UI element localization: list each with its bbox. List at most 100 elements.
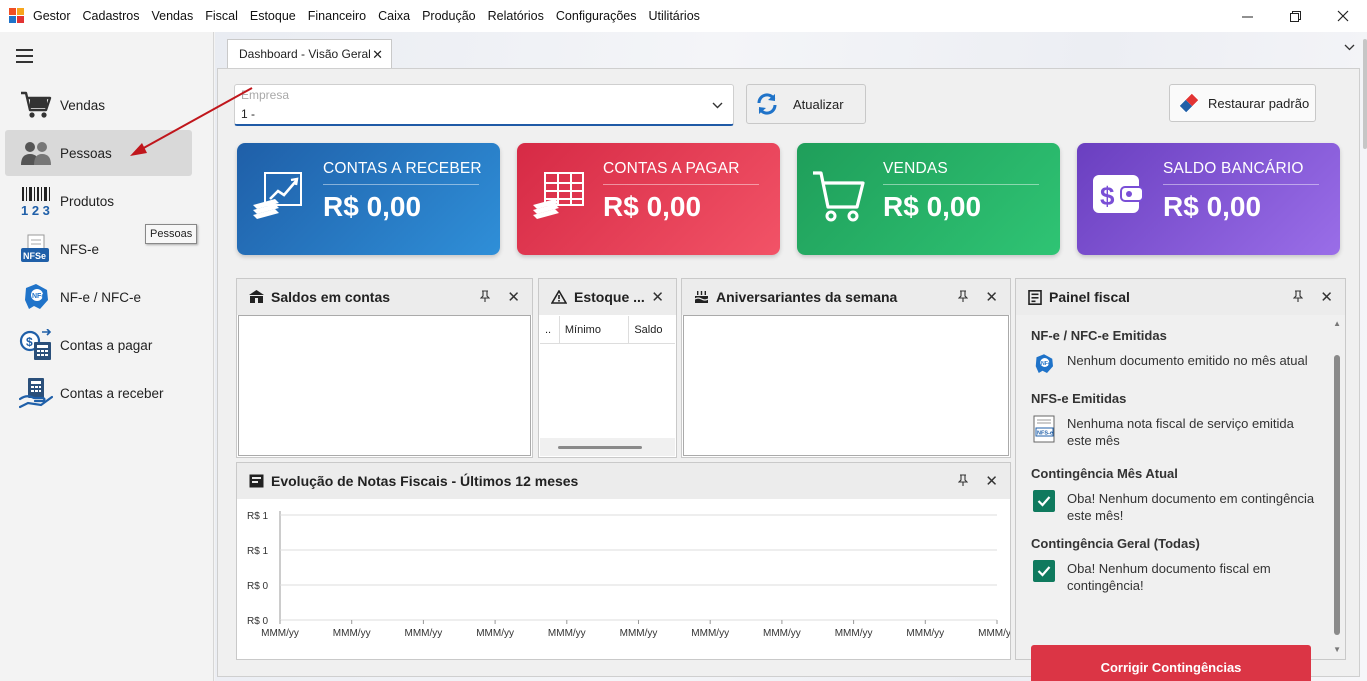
panel-aniversariantes: Aniversariantes da semana ✕ <box>681 278 1011 458</box>
panel-title: Aniversariantes da semana <box>716 289 898 305</box>
y-tick-label: R$ 0 <box>247 581 269 592</box>
column-header[interactable]: Mínimo <box>560 316 630 343</box>
corrigir-contingencias-button[interactable]: Corrigir Contingências <box>1031 645 1311 681</box>
column-header[interactable]: Saldo <box>629 316 675 343</box>
y-tick-label: R$ 1 <box>247 546 269 557</box>
card-value: R$ 0,00 <box>1163 191 1262 222</box>
tab-close-icon[interactable]: ✕ <box>372 47 383 63</box>
money-table-icon <box>531 169 587 225</box>
close-panel-icon[interactable]: ✕ <box>1320 288 1333 306</box>
sidebar-item-produtos[interactable]: 1 2 3 Produtos <box>5 178 192 224</box>
fiscal-panel-icon <box>1028 289 1042 305</box>
bank-icon <box>249 290 264 304</box>
section-heading: NF-e / NFC-e Emitidas <box>1031 328 1167 343</box>
tab-dashboard[interactable]: Dashboard - Visão Geral ✕ <box>227 39 392 68</box>
horizontal-scrollbar[interactable] <box>540 438 675 456</box>
card-title: VENDAS <box>883 160 948 177</box>
card-contas-pagar[interactable]: CONTAS A PAGAR R$ 0,00 <box>517 143 780 255</box>
sidebar-item-label: Contas a pagar <box>60 337 153 353</box>
warning-icon <box>551 290 567 304</box>
section-heading: Contingência Mês Atual <box>1031 466 1178 481</box>
estoque-table: .. Mínimo Saldo <box>540 316 675 456</box>
x-tick-label: MMM/yy <box>763 628 801 639</box>
main-scrollbar[interactable] <box>1363 39 1367 149</box>
panel-fiscal: Painel fiscal ✕ NF-e / NFC-e Emitidas NF… <box>1015 278 1346 681</box>
menu-estoque[interactable]: Estoque <box>244 9 302 23</box>
sidebar-item-vendas[interactable]: Vendas <box>5 82 192 128</box>
menu-utilitarios[interactable]: Utilitários <box>643 9 706 23</box>
sidebar-item-label: Vendas <box>60 97 106 113</box>
x-tick-label: MMM/yy <box>333 628 371 639</box>
card-value: R$ 0,00 <box>323 191 422 222</box>
x-tick-label: MMM/yy <box>476 628 514 639</box>
restaurar-padrao-button[interactable]: Restaurar padrão <box>1169 84 1316 122</box>
tooltip: Pessoas <box>145 224 198 244</box>
restore-icon <box>1289 10 1301 22</box>
hamburger-menu-icon[interactable] <box>16 49 33 67</box>
payables-icon: $ <box>19 328 53 362</box>
menu-relatorios[interactable]: Relatórios <box>482 9 550 23</box>
saldos-list <box>238 315 531 456</box>
minimize-button[interactable] <box>1223 0 1271 32</box>
menu-producao[interactable]: Produção <box>416 9 482 23</box>
panel-estoque: Estoque ... ✕ .. Mínimo Saldo <box>538 278 677 458</box>
close-panel-icon[interactable]: ✕ <box>651 288 664 306</box>
sidebar-item-contas-receber[interactable]: Contas a receber <box>5 370 192 416</box>
panel-saldos-contas: Saldos em contas ✕ <box>236 278 533 458</box>
card-vendas[interactable]: VENDAS R$ 0,00 <box>797 143 1060 255</box>
card-saldo-bancario[interactable]: $ SALDO BANCÁRIO R$ 0,00 <box>1077 143 1340 255</box>
scroll-up-icon[interactable]: ▲ <box>1333 319 1341 328</box>
x-tick-label: MMM/yy <box>261 628 299 639</box>
menu-caixa[interactable]: Caixa <box>372 9 416 23</box>
sidebar-item-pessoas[interactable]: Pessoas <box>5 130 192 176</box>
card-contas-receber[interactable]: CONTAS A RECEBER R$ 0,00 <box>237 143 500 255</box>
fiscal-message: Oba! Nenhum documento fiscal em contingê… <box>1067 561 1271 593</box>
people-icon <box>19 136 53 170</box>
notas-chart: R$ 1R$ 1R$ 0R$ 0MMM/yy MMM/yy MMM/yy MMM/yy… <box>247 511 1016 639</box>
close-icon <box>1337 10 1349 22</box>
close-panel-icon[interactable]: ✕ <box>985 288 998 306</box>
sidebar-item-contas-pagar[interactable]: $ Contas a pagar <box>5 322 192 368</box>
menu-gestor[interactable]: Gestor <box>31 9 77 23</box>
pin-icon[interactable] <box>957 474 969 489</box>
close-panel-icon[interactable]: ✕ <box>507 288 520 306</box>
restaurar-label: Restaurar padrão <box>1208 95 1310 111</box>
tab-list-chevron-icon[interactable] <box>1344 40 1355 54</box>
close-window-button[interactable] <box>1319 0 1367 32</box>
sidebar-item-label: Produtos <box>60 193 115 209</box>
menu-vendas[interactable]: Vendas <box>146 9 200 23</box>
panel-title: Saldos em contas <box>271 289 391 305</box>
restore-button[interactable] <box>1271 0 1319 32</box>
empresa-select[interactable]: Empresa 1 - <box>234 84 734 126</box>
pin-icon[interactable] <box>1292 290 1304 305</box>
menu-configuracoes[interactable]: Configurações <box>550 9 643 23</box>
scroll-down-icon[interactable]: ▼ <box>1333 645 1341 654</box>
menu-bar: Gestor Cadastros Vendas Fiscal Estoque F… <box>0 0 1367 32</box>
atualizar-button[interactable]: Atualizar <box>746 84 866 124</box>
nfse-icon: NFSe <box>19 232 53 266</box>
svg-text:NFSe: NFSe <box>23 251 46 261</box>
menu-fiscal[interactable]: Fiscal <box>199 9 244 23</box>
x-tick-label: MMM/yy <box>405 628 443 639</box>
receivables-icon <box>19 376 53 410</box>
sidebar-item-nfe[interactable]: NFe NF-e / NFC-e <box>5 274 192 320</box>
sidebar-item-label: Contas a receber <box>60 385 164 401</box>
column-header[interactable]: .. <box>540 316 560 343</box>
svg-text:$: $ <box>26 335 33 349</box>
pin-icon[interactable] <box>479 290 491 305</box>
y-tick-label: R$ 1 <box>247 511 269 522</box>
x-tick-label: MMM/yy <box>691 628 729 639</box>
menu-financeiro[interactable]: Financeiro <box>302 9 372 23</box>
nfe-icon: NFe <box>19 280 53 314</box>
minimize-icon <box>1241 16 1253 17</box>
refresh-icon <box>755 92 779 116</box>
eraser-icon <box>1178 92 1200 114</box>
panel-title: Evolução de Notas Fiscais - Últimos 12 m… <box>271 473 579 489</box>
card-title: CONTAS A PAGAR <box>603 160 740 177</box>
atualizar-label: Atualizar <box>793 96 844 112</box>
report-icon <box>249 474 264 488</box>
pin-icon[interactable] <box>957 290 969 305</box>
close-panel-icon[interactable]: ✕ <box>985 472 998 490</box>
menu-cadastros[interactable]: Cadastros <box>77 9 146 23</box>
fiscal-scrollbar[interactable] <box>1334 355 1340 635</box>
